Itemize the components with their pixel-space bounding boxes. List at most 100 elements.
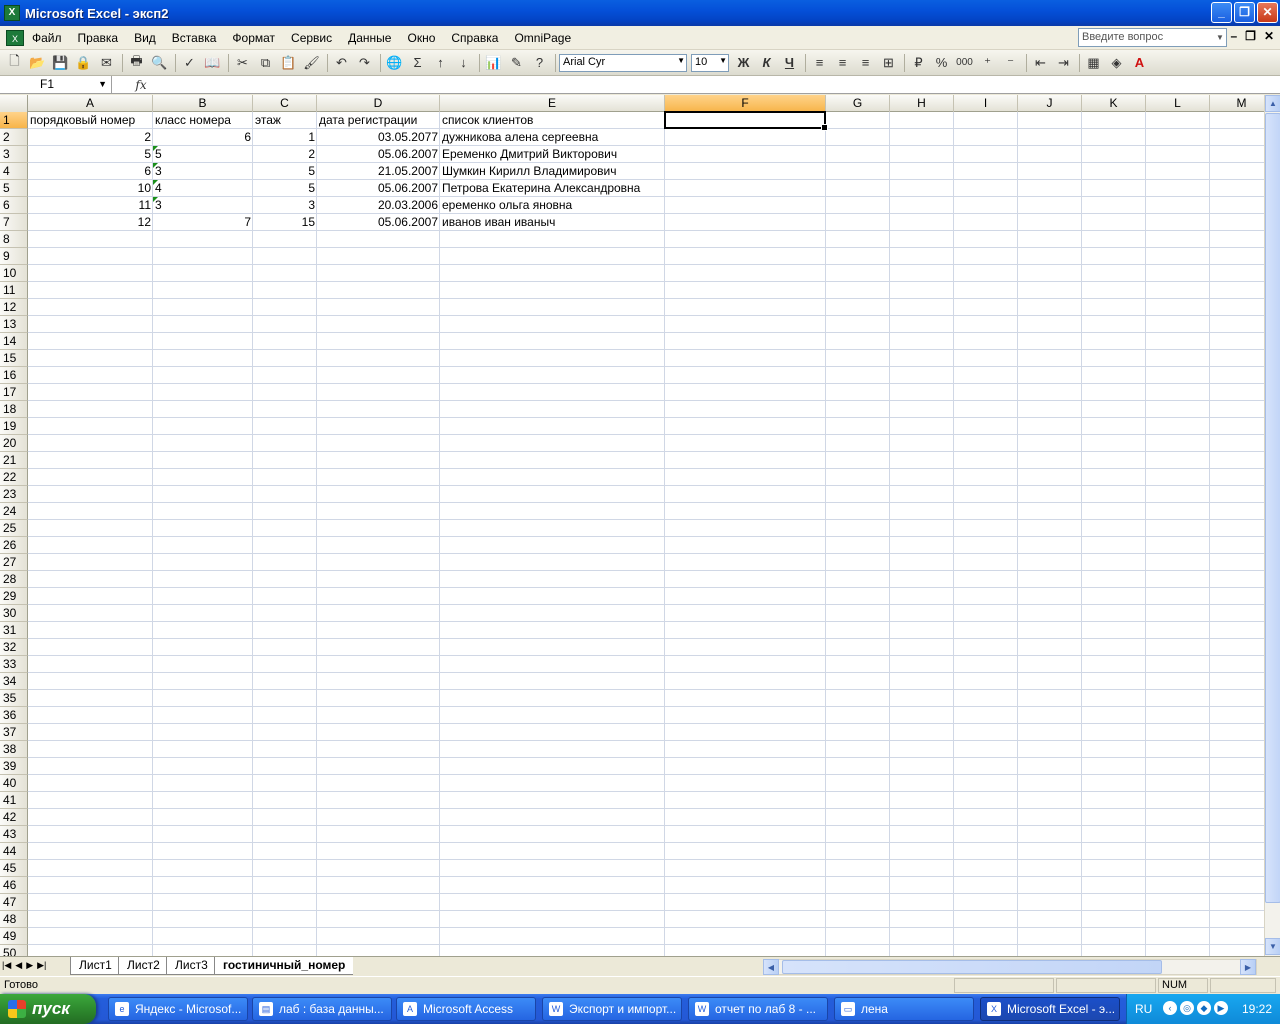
data-cell[interactable]: 05.06.2007 (317, 214, 440, 230)
data-cell[interactable]: 6 (153, 129, 253, 145)
error-indicator-icon[interactable] (153, 180, 158, 185)
row-header[interactable]: 31 (0, 622, 28, 639)
row-header[interactable]: 32 (0, 639, 28, 656)
taskbar-item-report[interactable]: Wотчет по лаб 8 - ... (688, 997, 828, 1021)
menu-format[interactable]: Формат (224, 31, 283, 45)
autosum-icon[interactable]: Σ (407, 52, 428, 73)
row-header[interactable]: 16 (0, 367, 28, 384)
taskbar-item-lab-db[interactable]: ▤ лаб : база данны... (252, 997, 392, 1021)
header-cell[interactable]: порядковый номер (28, 112, 153, 128)
column-header-i[interactable]: I (954, 95, 1018, 112)
menu-edit[interactable]: Правка (70, 31, 127, 45)
menu-tools[interactable]: Сервис (283, 31, 340, 45)
taskbar-item-excel[interactable]: X Microsoft Excel - э... (980, 997, 1120, 1021)
open-icon[interactable]: 📂 (27, 52, 48, 73)
row-header[interactable]: 6 (0, 197, 28, 214)
data-cell[interactable]: 6 (28, 163, 153, 179)
column-header-e[interactable]: E (440, 95, 665, 112)
cut-icon[interactable]: ✂ (232, 52, 253, 73)
row-header[interactable]: 15 (0, 350, 28, 367)
sort-descending-icon[interactable]: ↓ (453, 52, 474, 73)
format-painter-icon[interactable]: 🖌 (301, 52, 322, 73)
decrease-indent-icon[interactable]: ⇤ (1030, 52, 1051, 73)
row-header[interactable]: 24 (0, 503, 28, 520)
select-all-corner[interactable] (0, 95, 28, 112)
bold-button[interactable]: Ж (733, 52, 754, 73)
document-icon[interactable]: X (6, 29, 24, 46)
decrease-decimal-icon[interactable]: ⁻ (1000, 52, 1021, 73)
scroll-right-icon[interactable]: ▶ (1240, 959, 1256, 975)
row-header[interactable]: 35 (0, 690, 28, 707)
row-header[interactable]: 45 (0, 860, 28, 877)
row-header[interactable]: 48 (0, 911, 28, 928)
restore-button[interactable]: ❐ (1234, 2, 1255, 23)
taskbar-item-yandex[interactable]: e Яндекс - Microsof... (108, 997, 248, 1021)
data-cell[interactable]: 10 (28, 180, 153, 196)
row-header[interactable]: 30 (0, 605, 28, 622)
row-header[interactable]: 41 (0, 792, 28, 809)
header-cell[interactable]: список клиентов (440, 112, 665, 128)
row-header[interactable]: 14 (0, 333, 28, 350)
scroll-up-icon[interactable]: ▲ (1265, 95, 1280, 112)
sheet-tab-2[interactable]: Лист2 (118, 957, 168, 975)
save-icon[interactable]: 💾 (50, 52, 71, 73)
align-right-icon[interactable]: ≡ (855, 52, 876, 73)
data-cell[interactable]: дужникова алена сергеевна (440, 129, 665, 145)
undo-icon[interactable]: ↶ (331, 52, 352, 73)
data-cell[interactable]: Еременко Дмитрий Викторович (440, 146, 665, 162)
data-cell[interactable]: 5 (153, 146, 253, 162)
doc-close-button[interactable]: ✕ (1264, 29, 1274, 43)
excel-app-icon[interactable]: X (4, 5, 20, 21)
column-header-a[interactable]: A (28, 95, 153, 112)
header-cell[interactable]: этаж (253, 112, 317, 128)
minimize-button[interactable]: _ (1211, 2, 1232, 23)
research-icon[interactable]: 📖 (202, 52, 223, 73)
copy-icon[interactable]: ⧉ (255, 52, 276, 73)
print-icon[interactable]: 🖶 (126, 52, 147, 73)
row-header[interactable]: 8 (0, 231, 28, 248)
data-cell[interactable]: 03.05.2077 (317, 129, 440, 145)
data-cell[interactable]: 15 (253, 214, 317, 230)
row-header[interactable]: 9 (0, 248, 28, 265)
row-header[interactable]: 42 (0, 809, 28, 826)
close-button[interactable]: ✕ (1257, 2, 1278, 23)
header-cell[interactable]: дата регистрации (317, 112, 440, 128)
data-cell[interactable]: 3 (253, 197, 317, 213)
increase-decimal-icon[interactable]: ⁺ (977, 52, 998, 73)
prev-sheet-icon[interactable]: ◀ (15, 960, 22, 971)
row-header[interactable]: 44 (0, 843, 28, 860)
sheet-tab-3[interactable]: Лист3 (166, 957, 216, 975)
row-header[interactable]: 21 (0, 452, 28, 469)
data-cell[interactable]: 21.05.2007 (317, 163, 440, 179)
last-sheet-icon[interactable]: ▶| (37, 960, 46, 971)
increase-indent-icon[interactable]: ⇥ (1053, 52, 1074, 73)
borders-icon[interactable]: ▦ (1083, 52, 1104, 73)
chevron-down-icon[interactable]: ▼ (677, 56, 685, 65)
chevron-down-icon[interactable]: ▼ (719, 56, 727, 65)
column-header-f[interactable]: F (665, 95, 826, 112)
taskbar-item-export[interactable]: W Экспорт и импорт... (542, 997, 682, 1021)
taskbar-item-folder[interactable]: ▭ лена (834, 997, 974, 1021)
column-header-g[interactable]: G (826, 95, 890, 112)
data-cell[interactable]: иванов иван иваныч (440, 214, 665, 230)
column-header-h[interactable]: H (890, 95, 954, 112)
row-header[interactable]: 5 (0, 180, 28, 197)
doc-restore-button[interactable]: ❐ (1245, 29, 1256, 43)
row-header[interactable]: 11 (0, 282, 28, 299)
row-header[interactable]: 17 (0, 384, 28, 401)
spreadsheet-grid[interactable]: ABCDEFGHIJKLM 1 порядковый номер класс ном… (0, 95, 1264, 956)
help-icon[interactable]: ? (529, 52, 550, 73)
row-header[interactable]: 25 (0, 520, 28, 537)
network-icon[interactable]: ◎ (1180, 1001, 1194, 1015)
header-cell[interactable]: класс номера (153, 112, 253, 128)
column-header-m[interactable]: M (1210, 95, 1264, 112)
menu-file[interactable]: Файл (24, 31, 70, 45)
back-arrow-icon[interactable]: ‹ (1163, 1001, 1177, 1015)
menu-insert[interactable]: Вставка (164, 31, 225, 45)
taskbar-item-access[interactable]: A Microsoft Access (396, 997, 536, 1021)
column-header-d[interactable]: D (317, 95, 440, 112)
row-header[interactable]: 19 (0, 418, 28, 435)
row-header[interactable]: 4 (0, 163, 28, 180)
menu-omnipage[interactable]: OmniPage (506, 31, 579, 45)
italic-button[interactable]: К (756, 52, 777, 73)
